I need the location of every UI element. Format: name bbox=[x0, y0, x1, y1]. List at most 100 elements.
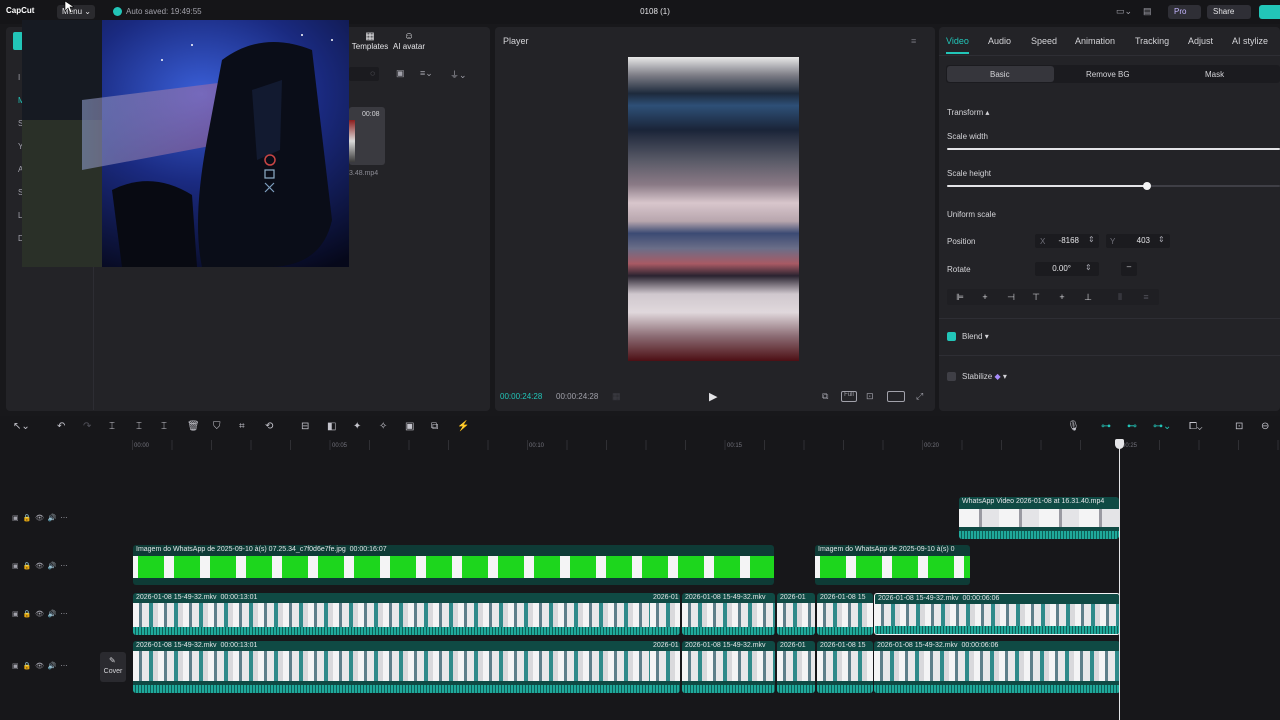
shortcut-icon[interactable]: ▤ bbox=[1143, 6, 1152, 17]
clip-main-d[interactable]: 2026-01 bbox=[777, 641, 815, 693]
share-button[interactable]: Share bbox=[1207, 5, 1251, 19]
play-icon[interactable]: ▶ bbox=[709, 390, 717, 403]
clip-video-b[interactable]: 2026-01 bbox=[650, 593, 680, 635]
transform-label[interactable]: Transform ▴ bbox=[947, 108, 989, 117]
clip-main-a[interactable]: 2026-01-08 15-49-32.mkv 00:00:13:01 bbox=[133, 641, 679, 693]
select-tool-icon[interactable]: ↖⌄ bbox=[13, 421, 30, 432]
menu-button[interactable]: Menu ⌄ bbox=[57, 5, 95, 19]
sidebar-item-1[interactable]: I bbox=[18, 73, 20, 82]
align-center-h-icon[interactable]: + bbox=[976, 289, 994, 305]
scale-width-slider[interactable] bbox=[947, 148, 1280, 150]
track1-controls[interactable]: ▣ 🔒 👁 🔊 ⋯ bbox=[12, 514, 68, 522]
preview-axis-icon[interactable]: ⧠⌄ bbox=[1189, 421, 1202, 432]
tab-video[interactable]: Video bbox=[946, 36, 969, 54]
position-x-stepper-icon[interactable]: ⇕ bbox=[1088, 235, 1095, 244]
fullscreen-icon[interactable]: ⤢ bbox=[916, 391, 923, 402]
project-title[interactable]: 0108 (1) bbox=[600, 7, 710, 16]
position-y-stepper-icon[interactable]: ⇕ bbox=[1158, 235, 1165, 244]
auto-reframe-icon[interactable]: ⧉ bbox=[431, 421, 438, 432]
full-quality-button[interactable]: Full bbox=[841, 391, 857, 402]
clip-image-a[interactable]: Imagem do WhatsApp de 2025-09-10 à(s) 07… bbox=[133, 545, 774, 585]
split-icon[interactable]: ⌶ bbox=[109, 421, 115, 432]
align-center-v-icon[interactable]: + bbox=[1053, 289, 1071, 305]
align-left-icon[interactable]: ⊫ bbox=[951, 289, 969, 305]
time-ruler[interactable] bbox=[132, 440, 1280, 450]
timeline-view-icon[interactable]: ▦ bbox=[612, 391, 621, 402]
zoom-out-icon[interactable]: ⊖ bbox=[1261, 421, 1269, 432]
blend-checkbox[interactable] bbox=[947, 332, 956, 341]
link-icon[interactable]: ⊶⌄ bbox=[1153, 421, 1171, 432]
sub-tab-mask[interactable]: Mask bbox=[1205, 70, 1224, 79]
tab-ai-stylize[interactable]: AI stylize bbox=[1232, 36, 1268, 46]
tab-templates[interactable]: ▦ Templates bbox=[351, 31, 389, 51]
tab-adjust[interactable]: Adjust bbox=[1188, 36, 1213, 46]
tab-ai-avatar[interactable]: ☺ AI avatar bbox=[392, 31, 426, 51]
refresh-icon[interactable]: ◌ bbox=[349, 67, 379, 81]
track3-controls[interactable]: ▣ 🔒 👁 🔊 ⋯ bbox=[12, 610, 68, 618]
ai-effects-icon[interactable]: ✦ bbox=[353, 421, 361, 432]
microphone-icon[interactable]: 🎙 bbox=[1067, 421, 1080, 432]
split-right-icon[interactable]: ⌶ bbox=[161, 421, 167, 432]
hd-icon[interactable]: ▣ bbox=[405, 421, 414, 432]
redo-icon[interactable]: ↷ bbox=[83, 421, 91, 432]
sub-tab-basic[interactable]: Basic bbox=[990, 70, 1010, 79]
undo-icon[interactable]: ↶ bbox=[57, 421, 65, 432]
sort-icon[interactable]: ≡⌄ bbox=[420, 68, 433, 79]
playhead-handle[interactable] bbox=[1115, 439, 1124, 449]
clip-video-e[interactable]: 2026-01-08 15 bbox=[817, 593, 873, 635]
split-left-icon[interactable]: ⌶ bbox=[136, 421, 142, 432]
tab-tracking[interactable]: Tracking bbox=[1135, 36, 1169, 46]
rotate-stepper-icon[interactable]: ⇕ bbox=[1085, 263, 1092, 272]
clip-main-e[interactable]: 2026-01-08 15 bbox=[817, 641, 873, 693]
crop-view-icon[interactable]: ⧉ bbox=[822, 391, 828, 402]
caption-icon[interactable]: ⊡ bbox=[1235, 421, 1243, 432]
link-main-icon[interactable]: ⊶ bbox=[1101, 421, 1111, 432]
freeze-icon[interactable]: ⊟ bbox=[301, 421, 309, 432]
delete-icon[interactable]: 🗑 bbox=[187, 421, 200, 432]
marker-icon[interactable]: ⛉ bbox=[213, 421, 221, 432]
tab-animation[interactable]: Animation bbox=[1075, 36, 1115, 46]
player-preview[interactable] bbox=[628, 57, 799, 361]
ratio-icon[interactable] bbox=[887, 391, 905, 402]
position-y-value: 403 bbox=[1136, 236, 1150, 245]
clip-video-d[interactable]: 2026-01 bbox=[777, 593, 815, 635]
clip-image-b[interactable]: Imagem do WhatsApp de 2025-09-10 à(s) 0 bbox=[815, 545, 970, 585]
tab-speed[interactable]: Speed bbox=[1031, 36, 1057, 46]
scale-height-knob[interactable] bbox=[1142, 182, 1151, 190]
flip-icon[interactable]: – bbox=[1121, 262, 1137, 276]
track4-controls[interactable]: ▣ 🔒 👁 🔊 ⋯ bbox=[12, 662, 68, 670]
sub-tab-remove-bg[interactable]: Remove BG bbox=[1086, 70, 1130, 79]
distribute-v-icon[interactable]: ≡ bbox=[1137, 289, 1155, 305]
track2-controls[interactable]: ▣ 🔒 👁 🔊 ⋯ bbox=[12, 562, 68, 570]
clip-main-f[interactable]: 2026-01-08 15-49-32.mkv 00:00:06:06 bbox=[874, 641, 1120, 693]
reverse-icon[interactable]: ⟲ bbox=[265, 421, 273, 432]
align-top-icon[interactable]: ⊤ bbox=[1027, 289, 1045, 305]
tab-audio[interactable]: Audio bbox=[988, 36, 1011, 46]
clip-main-c[interactable]: 2026-01-08 15-49-32.mkv bbox=[682, 641, 775, 693]
clip-video-f-selected[interactable]: 2026-01-08 15-49-32.mkv 00:00:06:06 bbox=[874, 593, 1120, 635]
export-button[interactable] bbox=[1259, 5, 1280, 19]
pro-button[interactable]: Pro bbox=[1168, 5, 1201, 19]
mirror-icon[interactable]: ◧ bbox=[327, 421, 336, 432]
align-right-icon[interactable]: ⊣ bbox=[1002, 289, 1020, 305]
screenshot-icon[interactable]: ⊡ bbox=[866, 391, 874, 402]
blend-label[interactable]: Blend ▾ bbox=[962, 332, 989, 341]
stabilize-label[interactable]: Stabilize ◆ ▾ bbox=[962, 372, 1007, 381]
player-menu-icon[interactable]: ≡ bbox=[911, 36, 916, 46]
playhead[interactable] bbox=[1119, 440, 1120, 720]
smart-cut-icon[interactable]: ⚡ bbox=[457, 421, 469, 432]
magic-icon[interactable]: ✧ bbox=[379, 421, 387, 432]
scale-height-slider[interactable] bbox=[947, 182, 1280, 190]
clip-video-c[interactable]: 2026-01-08 15-49-32.mkv bbox=[682, 593, 775, 635]
align-bottom-icon[interactable]: ⊥ bbox=[1079, 289, 1097, 305]
layout-icon[interactable]: ▭⌄ bbox=[1116, 6, 1132, 17]
filter-icon[interactable]: ⏚⌄ bbox=[450, 68, 467, 81]
crop-icon[interactable]: ⌗ bbox=[239, 421, 245, 432]
clip-main-b[interactable]: 2026-01 bbox=[650, 641, 680, 693]
stabilize-checkbox[interactable] bbox=[947, 372, 956, 381]
distribute-h-icon[interactable]: ⫴ bbox=[1111, 289, 1129, 305]
grid-view-icon[interactable]: ▣ bbox=[396, 68, 405, 79]
clip-video-a[interactable]: 2026-01-08 15-49-32.mkv 00:00:13:01 bbox=[133, 593, 679, 635]
clip-whatsapp-video[interactable]: WhatsApp Video 2026-01-08 at 16.31.40.mp… bbox=[959, 497, 1119, 539]
magnet-icon[interactable]: ⊷ bbox=[1127, 421, 1137, 432]
